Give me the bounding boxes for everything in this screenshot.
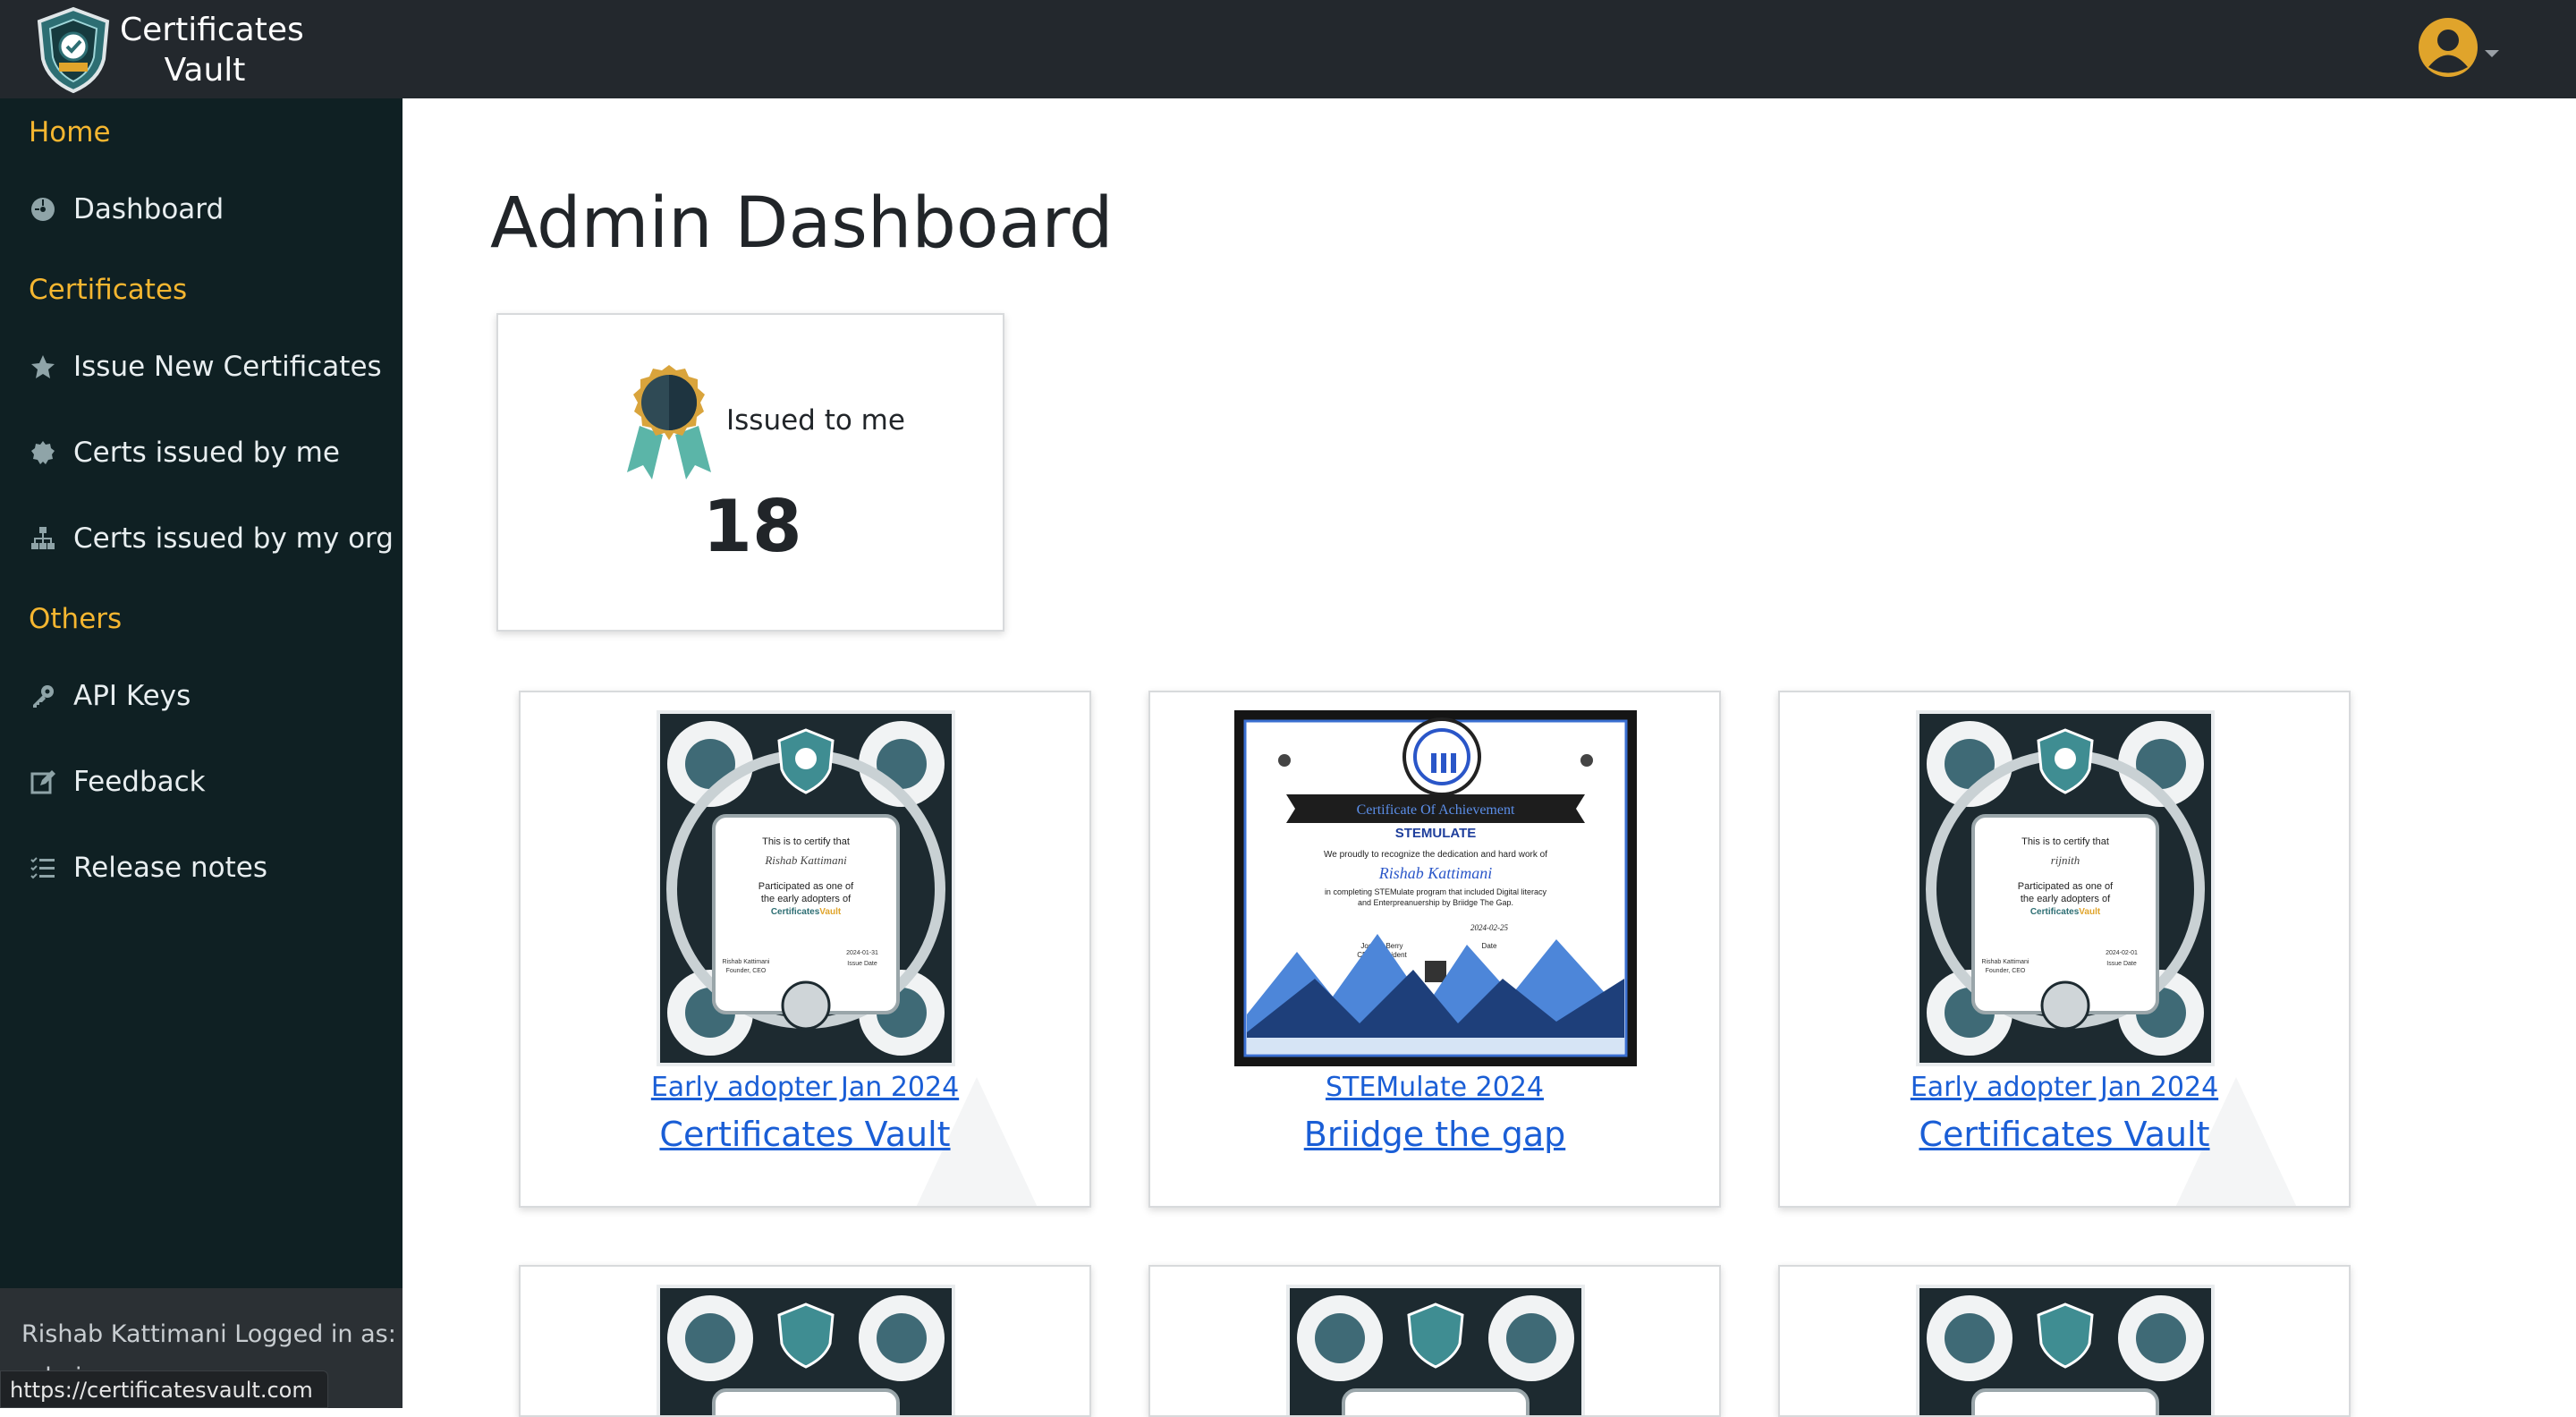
sidebar-section-home[interactable]: Home bbox=[29, 116, 111, 148]
cert-date: 2024-01-31 bbox=[846, 950, 878, 956]
award-medal-icon bbox=[627, 365, 711, 479]
avatar-caret-down-icon[interactable] bbox=[2485, 50, 2499, 57]
cert-text-name: Rishab Kattimani bbox=[764, 853, 847, 867]
certificate-title-link[interactable]: STEMulate 2024 bbox=[1150, 1072, 1719, 1103]
cert-brand-b: Vault bbox=[819, 907, 842, 917]
certificate-thumbnail[interactable]: Certificate Of Achievement STEMULATE We … bbox=[1234, 710, 1637, 1066]
svg-text:CertificatesVault: CertificatesVault bbox=[2030, 907, 2101, 917]
page-title: Admin Dashboard bbox=[490, 183, 1114, 264]
dashboard-icon bbox=[29, 195, 57, 224]
brand-home-link[interactable]: Certificates Vault bbox=[32, 5, 304, 95]
cert-text-p2: the early adopters of bbox=[761, 894, 852, 904]
cert-date-label: Issue Date bbox=[847, 961, 877, 967]
logged-in-user: Rishab Kattimani Logged in as: bbox=[21, 1320, 396, 1348]
certificate-org-link[interactable]: Briidge the gap bbox=[1150, 1115, 1719, 1154]
cert-text-name: rijnith bbox=[2051, 853, 2080, 867]
cert-text-p1: Participated as one of bbox=[2018, 881, 2114, 892]
certificate-title-link[interactable]: Early adopter Jan 2024 bbox=[1780, 1072, 2349, 1103]
cert-signer: Rishab Kattimani bbox=[723, 959, 770, 965]
certificate-card[interactable] bbox=[519, 1265, 1091, 1417]
top-navbar: Certificates Vault bbox=[0, 0, 2576, 98]
key-icon bbox=[29, 682, 57, 710]
sidebar-item-issue-new-certificates[interactable]: Issue New Certificates bbox=[29, 351, 382, 383]
certificate-card[interactable]: This is to certify that rijnith Particip… bbox=[1778, 691, 2351, 1208]
sidebar-section-others[interactable]: Others bbox=[29, 603, 122, 635]
edit-icon bbox=[29, 768, 57, 796]
cert-text-certify: This is to certify that bbox=[2021, 836, 2109, 847]
list-icon bbox=[29, 853, 57, 882]
stat-label: Issued to me bbox=[726, 404, 905, 437]
sidebar-item-feedback[interactable]: Feedback bbox=[29, 766, 206, 798]
certificate-card[interactable] bbox=[1778, 1265, 2351, 1417]
star-icon bbox=[29, 352, 57, 381]
svg-text:CertificatesVault: CertificatesVault bbox=[771, 907, 842, 917]
cert-line1: We proudly to recognize the dedication a… bbox=[1324, 850, 1547, 860]
sidebar-section-certificates[interactable]: Certificates bbox=[29, 274, 187, 306]
cert-brand-a: Certificates bbox=[2030, 907, 2080, 917]
brand-name: Certificates Vault bbox=[120, 10, 304, 90]
certificate-thumbnail[interactable] bbox=[1286, 1285, 1585, 1417]
cert-signer: Rishab Kattimani bbox=[1982, 959, 2029, 965]
issued-to-me-card[interactable]: Issued to me 18 bbox=[496, 313, 1004, 632]
cert-date: 2024-02-25 bbox=[1470, 923, 1508, 932]
sidebar-item-dashboard[interactable]: Dashboard bbox=[29, 193, 224, 225]
certificate-title-link[interactable]: Early adopter Jan 2024 bbox=[521, 1072, 1089, 1103]
certificate-thumbnail[interactable] bbox=[657, 1285, 955, 1417]
sidebar-item-label: Issue New Certificates bbox=[73, 351, 382, 383]
sidebar-item-label: Certs issued by me bbox=[73, 437, 340, 469]
cert-name: Rishab Kattimani bbox=[1378, 864, 1493, 882]
certificate-thumbnail[interactable] bbox=[1916, 1285, 2215, 1417]
sidebar-item-release-notes[interactable]: Release notes bbox=[29, 852, 267, 884]
sidebar: Home Dashboard Certificates Issue New Ce… bbox=[0, 98, 402, 1408]
certificate-org-link[interactable]: Certificates Vault bbox=[1780, 1115, 2349, 1154]
sidebar-item-label: Release notes bbox=[73, 852, 267, 884]
sitemap-icon bbox=[29, 524, 57, 553]
cert-line2: in completing STEMulate program that inc… bbox=[1325, 887, 1547, 896]
stat-value: 18 bbox=[702, 485, 802, 568]
cert-program: STEMULATE bbox=[1395, 826, 1477, 841]
badge-icon bbox=[29, 438, 57, 467]
certificate-thumbnail[interactable]: This is to certify that rijnith Particip… bbox=[1916, 710, 2215, 1066]
brand-line-1: Certificates bbox=[120, 12, 304, 48]
certificate-org-link[interactable]: Certificates Vault bbox=[521, 1115, 1089, 1154]
cert-heading: Certificate Of Achievement bbox=[1357, 802, 1515, 818]
certificate-thumbnail[interactable]: This is to certify that Rishab Kattimani… bbox=[657, 710, 955, 1066]
cert-brand-a: Certificates bbox=[771, 907, 820, 917]
sidebar-item-label: Dashboard bbox=[73, 193, 225, 225]
sidebar-item-certs-issued-by-me[interactable]: Certs issued by me bbox=[29, 437, 340, 469]
brand-line-2: Vault bbox=[164, 52, 246, 89]
certificate-card[interactable] bbox=[1148, 1265, 1721, 1417]
cert-brand-b: Vault bbox=[2079, 907, 2101, 917]
link-status-url: https://certificatesvault.com bbox=[0, 1370, 328, 1408]
user-avatar-icon[interactable] bbox=[2417, 16, 2479, 79]
cert-text-certify: This is to certify that bbox=[762, 836, 850, 847]
cert-date: 2024-02-01 bbox=[2106, 950, 2138, 956]
sidebar-item-label: API Keys bbox=[73, 680, 191, 712]
sidebar-item-label: Feedback bbox=[73, 766, 206, 798]
sidebar-item-api-keys[interactable]: API Keys bbox=[29, 680, 191, 712]
cert-text-p2: the early adopters of bbox=[2021, 894, 2111, 904]
cert-date-label: Issue Date bbox=[2106, 961, 2137, 967]
cert-role: Founder, CEO bbox=[1986, 968, 2026, 974]
cert-role: Founder, CEO bbox=[726, 968, 767, 974]
cert-date-label: Date bbox=[1482, 942, 1497, 950]
sidebar-item-certs-issued-by-my-org[interactable]: Certs issued by my org bbox=[29, 522, 394, 555]
sidebar-item-label: Certs issued by my org bbox=[73, 522, 394, 555]
cert-line3: and Enterpreanuership by Briidge The Gap… bbox=[1358, 898, 1513, 907]
certificate-card[interactable]: This is to certify that Rishab Kattimani… bbox=[519, 691, 1091, 1208]
shield-logo-icon bbox=[37, 6, 110, 94]
cert-text-p1: Participated as one of bbox=[758, 881, 854, 892]
certificate-card[interactable]: Certificate Of Achievement STEMULATE We … bbox=[1148, 691, 1721, 1208]
